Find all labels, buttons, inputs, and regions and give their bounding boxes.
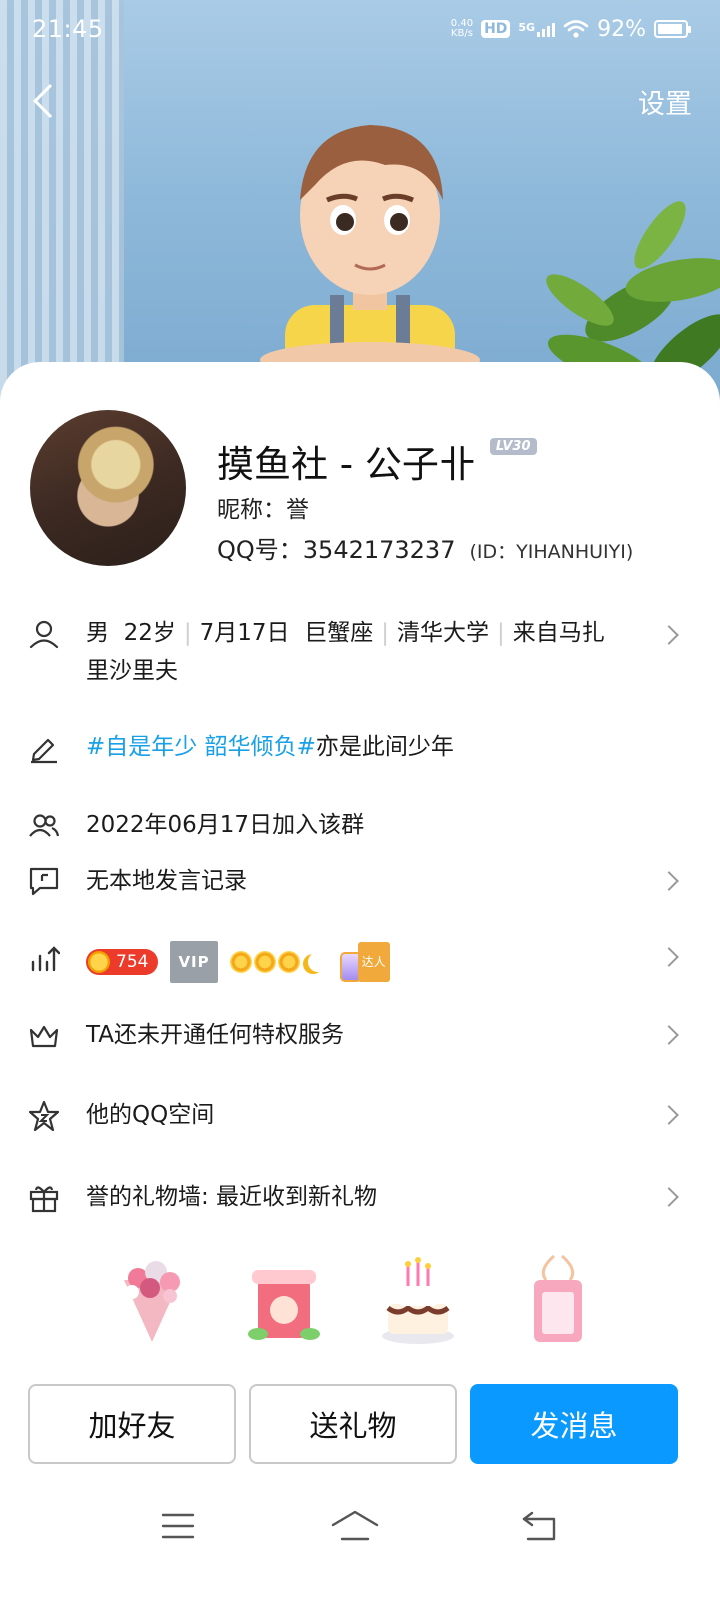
menu-icon[interactable] <box>160 1509 196 1543</box>
personal-info-row[interactable]: 男 22岁 | 7月17日 巨蟹座 | 清华大学 | 来自马扎 里沙里夫 <box>0 612 720 692</box>
banner-curtain <box>0 0 124 420</box>
profile-card: 摸鱼社 - 公子卝 LV30 昵称：誉 QQ号：3542173237 (ID：Y… <box>0 362 720 1600</box>
action-buttons: 加好友 送礼物 发消息 <box>28 1384 692 1464</box>
sun-icon <box>88 951 110 973</box>
daren-label: 达人 <box>357 942 390 982</box>
battery-icon <box>654 20 691 38</box>
avatar[interactable] <box>30 410 186 566</box>
gender: 男 <box>86 620 109 646</box>
profile-name: 摸鱼社 - 公子卝 <box>217 443 476 486</box>
qzone-text: 他的QQ空间 <box>86 1102 215 1128</box>
speech-record-text: 无本地发言记录 <box>86 868 247 894</box>
privilege-text: TA还未开通任何特权服务 <box>86 1022 344 1048</box>
crown-icon <box>29 1025 59 1048</box>
daren-badge: 达人 <box>339 942 390 982</box>
home-icon[interactable] <box>330 1509 380 1543</box>
back-icon[interactable] <box>520 1509 558 1543</box>
qq-number-row: QQ号：3542173237 (ID：YIHANHUIYI) <box>217 530 633 565</box>
sun-level-badge: 754 <box>86 949 159 975</box>
level-suns <box>229 951 328 973</box>
signature-text: #自是年少 韶华倾负#亦是此间少年 <box>86 728 454 766</box>
message-square-icon <box>29 867 59 896</box>
level-chart-icon <box>31 946 60 972</box>
nickname: 昵称：誉 <box>217 497 309 523</box>
send-message-button[interactable]: 发消息 <box>470 1384 678 1464</box>
drink-cup-gift-image[interactable] <box>244 1252 324 1348</box>
school: 清华大学 <box>396 620 489 646</box>
vip-badge: VIP <box>170 941 218 983</box>
personal-info-text: 男 22岁 | 7月17日 巨蟹座 | 清华大学 | 来自马扎 里沙里夫 <box>86 620 605 684</box>
chevron-right-icon <box>659 1025 679 1045</box>
zodiac: 巨蟹座 <box>304 620 374 646</box>
signature-row[interactable]: #自是年少 韶华倾负#亦是此间少年 <box>0 728 720 778</box>
bouquet-gift-image[interactable] <box>112 1252 192 1348</box>
age: 22岁 <box>123 620 176 646</box>
sun-icon <box>229 951 252 973</box>
group-icon <box>29 814 60 837</box>
sun-icon <box>277 951 300 973</box>
chevron-right-icon <box>659 871 679 891</box>
name-row: 摸鱼社 - 公子卝 LV30 <box>217 434 537 488</box>
profile-header: 摸鱼社 - 公子卝 LV30 昵称：誉 QQ号：3542173237 (ID：Y… <box>30 410 690 570</box>
hometown-continued: 里沙里夫 <box>86 658 178 684</box>
profile-banner: 21:45 0.40 KB/s HD 5G 92% 设置 <box>0 0 720 420</box>
top-nav: 设置 <box>0 70 720 132</box>
gift-icon <box>29 1186 59 1213</box>
qq-id: (ID：YIHANHUIYI) <box>469 541 634 563</box>
birthday: 7月17日 <box>199 620 290 646</box>
hometown: 来自马扎 <box>512 620 605 646</box>
qq-number: QQ号：3542173237 <box>217 536 456 564</box>
gift-wall-text: 誉的礼物墙: 最近收到新礼物 <box>86 1184 378 1210</box>
add-friend-button[interactable]: 加好友 <box>28 1384 236 1464</box>
privilege-row[interactable]: TA还未开通任何特权服务 <box>0 1016 720 1060</box>
settings-button[interactable]: 设置 <box>638 82 692 121</box>
system-nav-bar <box>0 1495 720 1565</box>
chevron-right-icon <box>659 1187 679 1207</box>
cellular-signal-icon: 5G <box>518 21 556 37</box>
hd-icon: HD <box>481 20 511 38</box>
net-speed-indicator: 0.40 KB/s <box>451 19 473 39</box>
back-arrow-icon[interactable] <box>33 84 67 118</box>
moon-icon <box>308 952 328 972</box>
pencil-icon <box>31 738 57 764</box>
level-badge: LV30 <box>489 437 537 455</box>
level-badges-row[interactable]: 754 VIP 达人 <box>0 938 720 983</box>
signature-hashtag[interactable]: #自是年少 韶华倾负# <box>86 734 316 760</box>
network-type: 5G <box>518 21 536 34</box>
sun-count: 754 <box>116 952 149 972</box>
chevron-right-icon <box>659 625 679 645</box>
send-gift-button[interactable]: 送礼物 <box>249 1384 457 1464</box>
net-speed-unit: KB/s <box>450 28 473 39</box>
qzone-row[interactable]: 他的QQ空间 <box>0 1096 720 1140</box>
sun-icon <box>253 951 276 973</box>
chevron-right-icon <box>659 1105 679 1125</box>
signature-body: 亦是此间少年 <box>315 734 454 760</box>
banner-avatar-image <box>260 125 480 375</box>
chevron-right-icon <box>659 947 679 967</box>
status-bar: 21:45 0.40 KB/s HD 5G 92% <box>0 0 720 58</box>
speech-record-row[interactable]: 无本地发言记录 <box>0 862 720 906</box>
join-date-row: 2022年06月17日加入该群 <box>0 806 720 850</box>
status-time: 21:45 <box>32 15 104 43</box>
badge-list: 754 VIP 达人 <box>86 941 390 983</box>
birthday-cake-gift-image[interactable] <box>378 1252 458 1348</box>
qzone-star-icon <box>28 1100 60 1132</box>
gift-showcase <box>0 1252 720 1352</box>
battery-percent: 92% <box>597 16 646 42</box>
wifi-icon <box>563 20 589 38</box>
charm-tag-gift-image[interactable] <box>518 1252 598 1348</box>
person-icon <box>29 620 59 649</box>
gift-wall-row[interactable]: 誉的礼物墙: 最近收到新礼物 <box>0 1178 720 1222</box>
join-date-text: 2022年06月17日加入该群 <box>86 812 365 838</box>
